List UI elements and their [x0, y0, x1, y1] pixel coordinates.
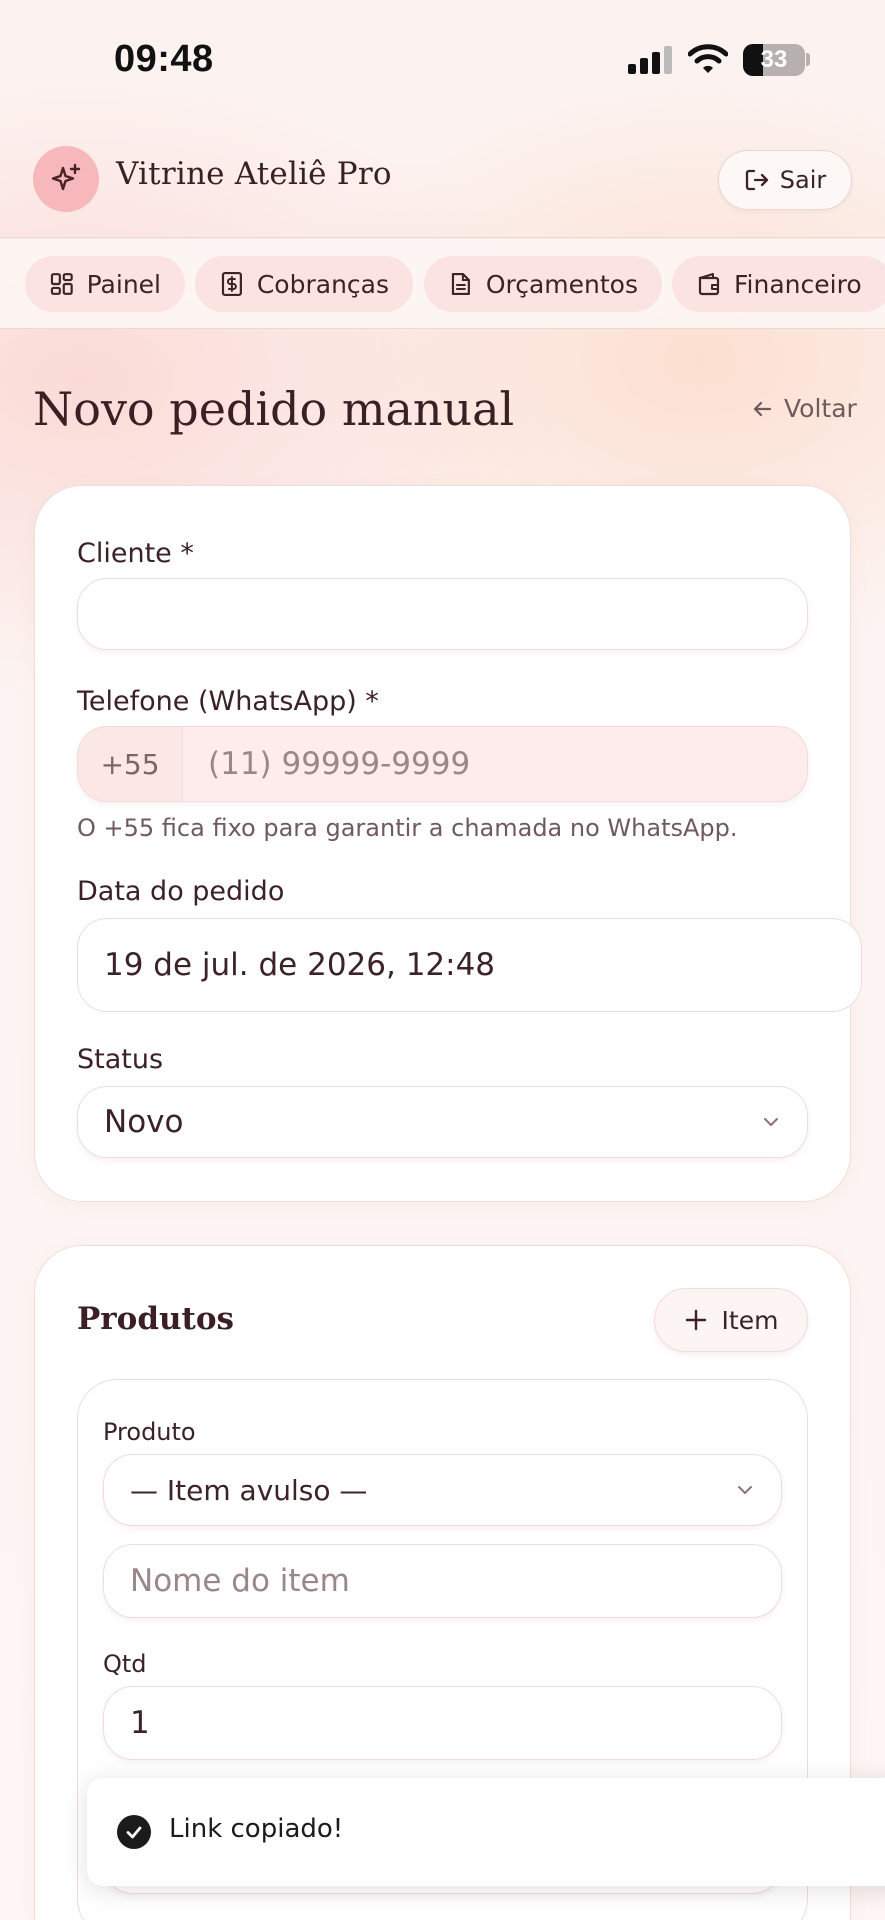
logout-icon [745, 169, 768, 191]
date-label: Data do pedido [77, 876, 285, 907]
products-title: Produtos [77, 1301, 234, 1337]
brand-name: Vitrine Ateliê Pro [116, 156, 392, 192]
phone-input[interactable]: +55 (11) 99999-9999 [77, 726, 808, 802]
battery-icon: 33 [743, 44, 805, 76]
order-form-card: Cliente * Telefone (WhatsApp) * +55 (11)… [34, 485, 862, 1202]
check-circle-icon [117, 1815, 151, 1849]
status-label: Status [77, 1044, 164, 1075]
back-label: Voltar [784, 394, 857, 423]
tab-label: Painel [86, 269, 161, 299]
phone-placeholder: (11) 99999-9999 [208, 746, 471, 782]
arrow-left-icon [753, 401, 772, 416]
date-value: 19 de jul. de 2026, 12:48 [104, 947, 496, 983]
item-name-input[interactable]: Nome do item [103, 1544, 782, 1618]
phone-hint: O +55 fica fixo para garantir a chamada … [77, 814, 738, 842]
product-label: Produto [103, 1418, 196, 1446]
battery-cap [806, 53, 810, 66]
phone-label: Telefone (WhatsApp) * [77, 686, 379, 717]
main-nav: Painel Cobranças Orçamentos Financeiro [0, 239, 885, 329]
product-select[interactable]: — Item avulso — [103, 1454, 782, 1526]
tab-label: Cobranças [256, 269, 389, 299]
tab-painel[interactable]: Painel [25, 256, 185, 312]
qty-input[interactable]: 1 [103, 1686, 782, 1760]
document-icon [451, 272, 470, 296]
add-item-button[interactable]: Item [654, 1288, 808, 1352]
chevron-down-icon [738, 1486, 752, 1494]
tab-cobrancas[interactable]: Cobranças [195, 256, 413, 312]
qty-value: 1 [130, 1705, 150, 1741]
plus-icon [685, 1309, 706, 1331]
cellular-signal-icon [628, 46, 672, 74]
sparkle-logo-icon [33, 146, 99, 212]
status-select[interactable]: Novo [77, 1086, 808, 1158]
page-title: Novo pedido manual [33, 382, 515, 436]
item-name-placeholder: Nome do item [130, 1563, 350, 1599]
back-link[interactable]: Voltar [750, 394, 857, 423]
tab-orcamentos[interactable]: Orçamentos [424, 256, 662, 312]
status-value: Novo [104, 1104, 184, 1140]
chevron-down-icon [764, 1118, 778, 1126]
wifi-icon [688, 44, 728, 73]
wallet-icon [698, 273, 720, 296]
client-input[interactable] [77, 578, 808, 650]
date-input[interactable]: 19 de jul. de 2026, 12:48 [77, 918, 862, 1012]
receipt-dollar-icon [221, 271, 242, 297]
tab-label: Financeiro [734, 269, 862, 299]
tab-financeiro[interactable]: Financeiro [672, 256, 885, 312]
phone-prefix: +55 [78, 727, 183, 801]
logout-label: Sair [779, 166, 827, 194]
toast-notification: Link copiado! [87, 1778, 885, 1886]
product-value: — Item avulso — [130, 1473, 368, 1507]
client-label: Cliente * [77, 538, 194, 569]
dashboard-icon [50, 273, 73, 295]
tab-label: Orçamentos [485, 269, 638, 299]
battery-level: 33 [760, 46, 788, 73]
toast-message: Link copiado! [169, 1814, 344, 1844]
clock: 09:48 [114, 38, 214, 80]
logout-button[interactable]: Sair [718, 150, 852, 210]
app-header: Vitrine Ateliê Pro Sair [0, 120, 885, 238]
add-item-label: Item [721, 1305, 779, 1335]
status-bar: 09:48 33 [0, 0, 885, 120]
qty-label: Qtd [103, 1650, 147, 1678]
